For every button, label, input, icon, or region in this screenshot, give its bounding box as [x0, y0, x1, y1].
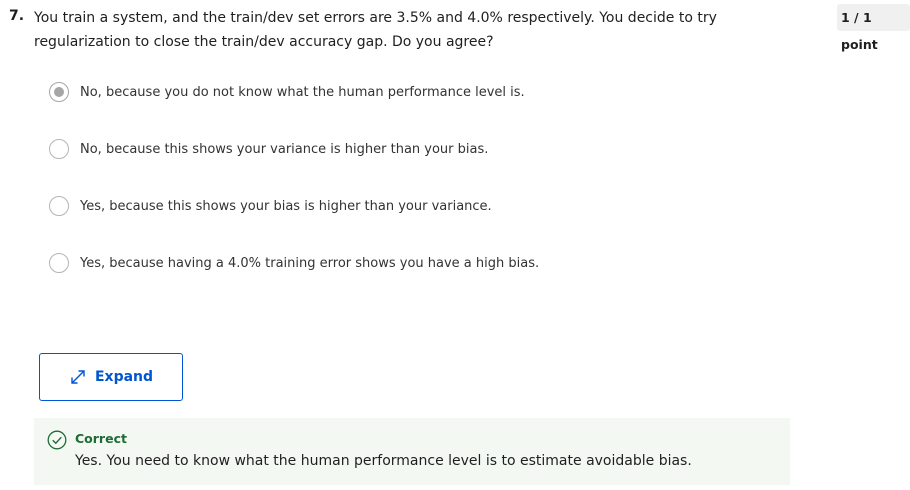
question-number: 7. — [9, 8, 25, 24]
answer-option-label: No, because you do not know what the hum… — [80, 84, 525, 100]
answer-option-1[interactable]: No, because you do not know what the hum… — [49, 81, 525, 103]
points-badge: 1 / 1 point — [837, 4, 910, 52]
answer-option-label: Yes, because this shows your bias is hig… — [80, 198, 492, 214]
answer-option-label: Yes, because having a 4.0% training erro… — [80, 255, 540, 271]
answer-option-3[interactable]: Yes, because this shows your bias is hig… — [49, 195, 492, 217]
radio-button[interactable] — [49, 139, 69, 159]
question-text: You train a system, and the train/dev se… — [34, 10, 717, 50]
feedback-panel: Correct Yes. You need to know what the h… — [34, 418, 790, 485]
feedback-status: Correct — [75, 431, 127, 446]
quiz-question-page: 7. You train a system, and the train/dev… — [0, 0, 910, 490]
expand-arrows-icon — [69, 368, 87, 386]
expand-button-label: Expand — [94, 369, 154, 385]
answer-option-2[interactable]: No, because this shows your variance is … — [49, 138, 488, 160]
radio-button-selected[interactable] — [49, 82, 69, 102]
feedback-text: Yes. You need to know what the human per… — [75, 453, 692, 469]
radio-button[interactable] — [49, 253, 69, 273]
expand-button[interactable]: Expand — [39, 353, 183, 401]
radio-button[interactable] — [49, 196, 69, 216]
answer-option-label: No, because this shows your variance is … — [80, 141, 489, 157]
check-circle-icon — [47, 430, 67, 450]
answer-option-4[interactable]: Yes, because having a 4.0% training erro… — [49, 252, 539, 274]
